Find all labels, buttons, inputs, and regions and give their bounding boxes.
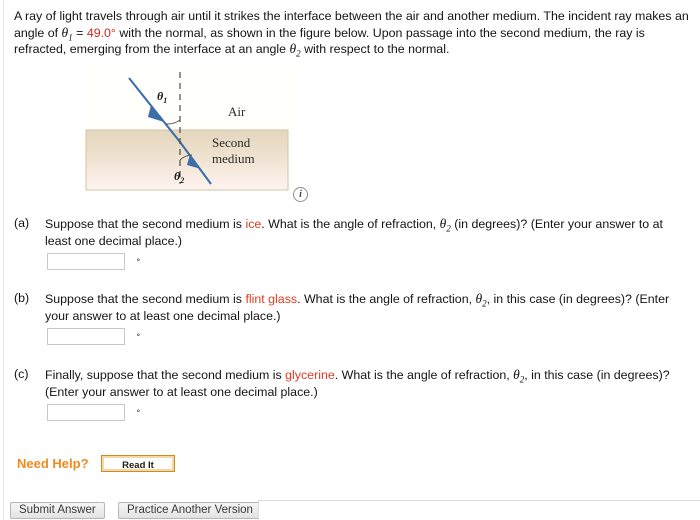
part-b-text-3: , in this case (in degrees)? (Enter	[486, 292, 670, 306]
part-a-degree-unit: °	[136, 256, 141, 267]
part-c-theta: θ2	[513, 367, 525, 385]
part-c-text-3: , in this case (in degrees)?	[524, 368, 670, 382]
page-left-rule	[3, 0, 4, 520]
second-medium-label-line2: medium	[212, 151, 255, 166]
part-c-text-2: . What is the angle of refraction,	[334, 368, 514, 382]
problem-statement: A ray of light travels through air until…	[14, 8, 690, 58]
part-c-text: Finally, suppose that the second medium …	[45, 367, 690, 400]
part-a-text: Suppose that the second medium is ice. W…	[45, 216, 690, 249]
part-c-text-4: (Enter your answer to at least one decim…	[45, 384, 318, 399]
part-a-text-4: least one decimal place.)	[45, 233, 183, 248]
part-b-text-2: . What is the angle of refraction,	[297, 292, 476, 306]
need-help-section: Need Help? Read It	[17, 455, 175, 476]
part-b-text-4: your answer to at least one decimal plac…	[45, 308, 281, 323]
part-a-text-1: Suppose that the second medium is	[45, 217, 246, 231]
air-label: Air	[228, 104, 246, 119]
part-c-degree-unit: °	[136, 407, 141, 418]
part-b-label: (b)	[14, 291, 30, 305]
part-a-answer-input[interactable]	[47, 253, 125, 270]
prompt-equals: =	[72, 25, 87, 40]
part-b-degree-unit: °	[136, 331, 141, 342]
part-a-label: (a)	[14, 216, 30, 230]
part-a-text-2: . What is the angle of refraction,	[261, 217, 440, 231]
second-medium-label-line1: Second	[212, 135, 251, 150]
second-medium-block	[85, 129, 289, 191]
right-side-panel	[258, 500, 700, 520]
part-b-theta: θ2	[475, 291, 487, 309]
part-b-medium: flint glass	[245, 292, 298, 306]
part-c-text-1: Finally, suppose that the second medium …	[45, 368, 286, 382]
info-icon[interactable]: i	[293, 187, 308, 202]
part-b-text: Suppose that the second medium is flint …	[45, 291, 690, 324]
part-c-answer-row: °	[47, 404, 140, 421]
refraction-figure: θ1 θ2 Air Second medium i	[82, 62, 312, 207]
practice-another-version-button[interactable]: Practice Another Version	[118, 502, 262, 519]
prompt-line3-start: refracted, emerging from the interface a…	[14, 42, 290, 56]
theta1-symbol: θ1	[61, 24, 73, 43]
part-b-answer-input[interactable]	[47, 328, 125, 345]
part-a-answer-row: °	[47, 253, 140, 270]
read-it-button[interactable]: Read It	[101, 455, 175, 473]
part-c-answer-input[interactable]	[47, 404, 125, 421]
theta2-symbol: θ2	[289, 41, 301, 59]
need-help-label: Need Help?	[17, 456, 89, 472]
part-c-medium: glycerine	[285, 368, 335, 382]
part-c-label: (c)	[14, 367, 29, 381]
angle-value: 49.0°	[86, 25, 116, 40]
refraction-diagram-svg: θ1 θ2 Air Second medium	[82, 62, 292, 194]
prompt-line1: A ray of light travels through air until…	[14, 9, 672, 23]
part-a-medium: ice	[245, 217, 262, 231]
prompt-line3-end: with respect to the normal.	[300, 42, 450, 56]
part-a-theta: θ2	[439, 216, 451, 234]
part-b-text-1: Suppose that the second medium is	[45, 292, 246, 306]
part-a-text-3: (in degrees)? (Enter your answer to at	[450, 217, 663, 231]
submit-answer-button[interactable]: Submit Answer	[10, 502, 105, 519]
prompt-line2-end: with the normal, as shown in the figure …	[115, 25, 645, 40]
part-b-answer-row: °	[47, 328, 140, 345]
